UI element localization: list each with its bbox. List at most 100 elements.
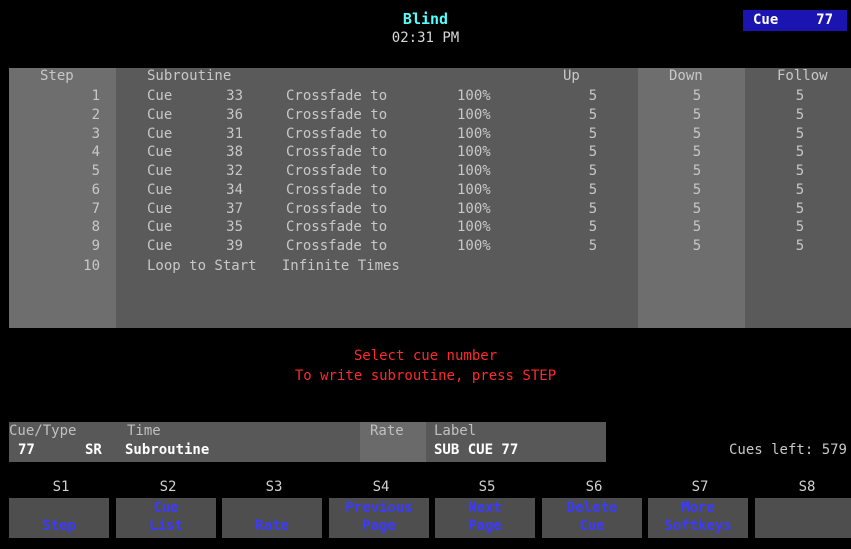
action-text: Crossfade to xyxy=(286,238,388,254)
up-time: 5 xyxy=(588,144,598,160)
level-value: 100% xyxy=(457,107,491,123)
action-text: Crossfade to xyxy=(286,107,388,123)
cue-word: Cue xyxy=(147,107,173,123)
softkey-7-button[interactable]: More Softkeys xyxy=(648,498,748,538)
follow-time: 5 xyxy=(795,182,805,198)
cue-number: 39 xyxy=(226,238,243,254)
softkey-6-button[interactable]: Delete Cue xyxy=(542,498,642,538)
cue-number: 33 xyxy=(226,88,243,104)
softkey-label-line1: Delete xyxy=(566,500,618,516)
softkey-label-line2: Page xyxy=(362,518,396,534)
level-value: 100% xyxy=(457,144,491,160)
header-down: Down xyxy=(669,68,703,84)
up-time: 5 xyxy=(588,107,598,123)
type-value: SR xyxy=(85,442,102,458)
softkey-1-button[interactable]: Step xyxy=(9,498,109,538)
loop-step-number: 10 xyxy=(83,258,100,274)
time-label: Time xyxy=(127,423,161,439)
cue-word: Cue xyxy=(147,88,173,104)
action-text: Crossfade to xyxy=(286,182,388,198)
label-label: Label xyxy=(434,423,477,439)
header-up: Up xyxy=(563,68,580,84)
level-value: 100% xyxy=(457,182,491,198)
softkey-label-line2: Softkeys xyxy=(664,518,732,534)
up-time: 5 xyxy=(588,238,598,254)
follow-time: 5 xyxy=(795,238,805,254)
level-value: 100% xyxy=(457,238,491,254)
follow-time: 5 xyxy=(795,126,805,142)
softkey-label-line2: List xyxy=(149,518,183,534)
instruction-message: To write subroutine, press STEP xyxy=(294,368,557,384)
cue-number: 34 xyxy=(226,182,243,198)
softkey-label-line1: More xyxy=(681,500,715,516)
follow-time: 5 xyxy=(795,163,805,179)
current-cue-badge: Cue 77 xyxy=(743,10,847,31)
cue-number: 31 xyxy=(226,126,243,142)
header-follow: Follow xyxy=(777,68,828,84)
softkey-3-button[interactable]: Rate xyxy=(222,498,322,538)
cue-number: 32 xyxy=(226,163,243,179)
step-number: 2 xyxy=(91,107,100,123)
action-text: Crossfade to xyxy=(286,219,388,235)
softkey-number: S4 xyxy=(372,479,390,495)
softkey-number: S6 xyxy=(585,479,603,495)
follow-time: 5 xyxy=(795,219,805,235)
action-text: Crossfade to xyxy=(286,88,388,104)
step-number: 6 xyxy=(91,182,100,198)
softkey-label-line1: Previous xyxy=(345,500,413,516)
loop-text: Loop to Start Infinite Times xyxy=(147,258,400,274)
level-value: 100% xyxy=(457,219,491,235)
action-text: Crossfade to xyxy=(286,163,388,179)
up-time: 5 xyxy=(588,163,598,179)
clock-time: 02:31 PM xyxy=(391,30,460,46)
level-value: 100% xyxy=(457,163,491,179)
cue-word: Cue xyxy=(147,238,173,254)
time-value: Subroutine xyxy=(125,442,210,458)
down-time: 5 xyxy=(692,126,702,142)
follow-time: 5 xyxy=(795,107,805,123)
softkey-8-button[interactable] xyxy=(755,498,851,538)
softkey-label-line2: Cue xyxy=(579,518,605,534)
cue-number: 38 xyxy=(226,144,243,160)
step-number: 9 xyxy=(91,238,100,254)
cue-number: 37 xyxy=(226,201,243,217)
softkey-number: S8 xyxy=(798,479,816,495)
down-time: 5 xyxy=(692,238,702,254)
action-text: Crossfade to xyxy=(286,144,388,160)
cue-word: Cue xyxy=(147,163,173,179)
cue-word: Cue xyxy=(147,144,173,160)
softkey-label-line1: Cue xyxy=(153,500,179,516)
header-step: Step xyxy=(40,68,74,84)
down-time: 5 xyxy=(692,201,702,217)
softkey-label-line1: Next xyxy=(468,500,502,516)
cue-word: Cue xyxy=(147,201,173,217)
cue-badge-label: Cue xyxy=(753,12,779,28)
cue-word: Cue xyxy=(147,219,173,235)
softkey-label-line2: Rate xyxy=(255,518,289,534)
down-time: 5 xyxy=(692,219,702,235)
down-time: 5 xyxy=(692,144,702,160)
softkey-5-button[interactable]: Next Page xyxy=(435,498,535,538)
softkey-label-line2: Page xyxy=(468,518,502,534)
down-time: 5 xyxy=(692,107,702,123)
step-number: 4 xyxy=(91,144,100,160)
action-text: Crossfade to xyxy=(286,126,388,142)
follow-time: 5 xyxy=(795,88,805,104)
softkey-number: S1 xyxy=(52,479,70,495)
softkey-4-button[interactable]: Previous Page xyxy=(329,498,429,538)
softkey-2-button[interactable]: Cue List xyxy=(116,498,216,538)
cue-value: 77 xyxy=(18,442,35,458)
follow-time: 5 xyxy=(795,144,805,160)
down-time: 5 xyxy=(692,163,702,179)
level-value: 100% xyxy=(457,88,491,104)
step-number: 3 xyxy=(91,126,100,142)
up-time: 5 xyxy=(588,126,598,142)
screen-title: Blind xyxy=(402,10,449,28)
cue-badge-number: 77 xyxy=(816,12,833,28)
level-value: 100% xyxy=(457,126,491,142)
down-time: 5 xyxy=(692,88,702,104)
cue-word: Cue xyxy=(147,182,173,198)
prompt-message: Select cue number xyxy=(353,348,498,364)
label-value: SUB CUE 77 xyxy=(434,442,519,458)
softkey-number: S3 xyxy=(265,479,283,495)
